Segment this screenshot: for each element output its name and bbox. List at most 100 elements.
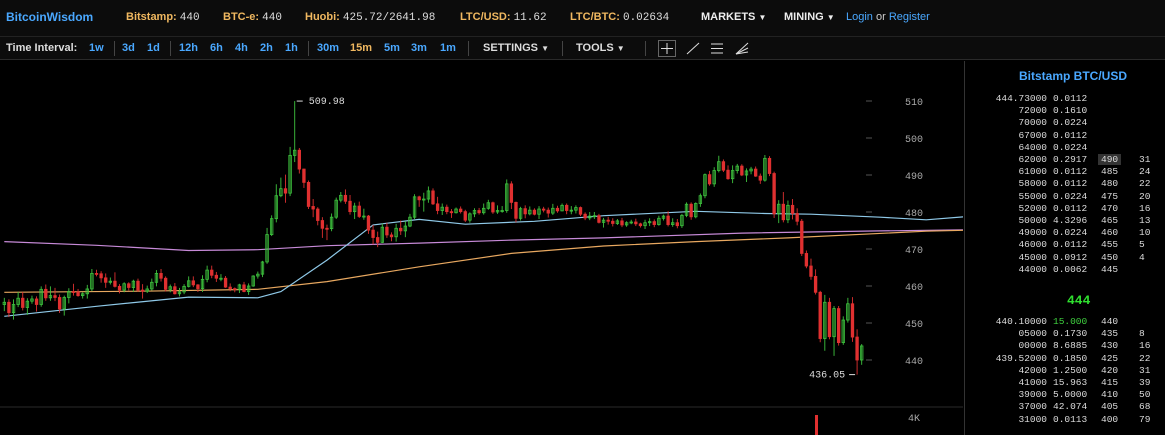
order-book-row[interactable]: 45000 0.0912 450 4 [965, 252, 1165, 263]
order-book-row[interactable]: 61000 0.0112 485 24 [965, 166, 1165, 177]
order-book-row[interactable]: 439.52000 0.1850 425 22 [965, 353, 1165, 364]
order-book-row[interactable]: 46000 0.0112 455 5 [965, 239, 1165, 250]
order-book-row[interactable]: 49000 0.0224 460 10 [965, 227, 1165, 238]
candle-body [228, 286, 232, 289]
brand-logo[interactable]: BitcoinWisdom [6, 10, 93, 24]
candlestick-chart[interactable]: 510 500 490 480 470 460 450 440 4K 509.98 436.05 [0, 61, 963, 435]
price-chart[interactable]: 510 500 490 480 470 460 450 440 4K 509.98 436.05 [0, 61, 963, 435]
order-book-rest: 16 [1139, 340, 1151, 352]
order-book-price: 44000 [1018, 263, 1047, 275]
candle-body [449, 211, 454, 214]
interval-1d[interactable]: 1d [147, 42, 160, 54]
candle-body [463, 211, 467, 221]
time-interval-label: Time Interval: [6, 42, 78, 54]
candle-body [242, 284, 246, 292]
order-book-row[interactable]: 440.10000 15.000 440 [965, 316, 1165, 327]
order-book-row[interactable]: 39000 5.0000 410 50 [965, 389, 1165, 400]
candle [159, 268, 163, 282]
order-book-row[interactable]: 31000 0.0113 400 79 [965, 414, 1165, 425]
interval-1h[interactable]: 1h [285, 42, 298, 54]
interval-2h[interactable]: 2h [260, 42, 273, 54]
ticker-ltc-usd[interactable]: LTC/USD: 11.62 [460, 11, 547, 24]
candle [302, 168, 306, 188]
candle [352, 202, 357, 220]
candle [615, 219, 620, 225]
ticker-bitstamp[interactable]: Bitstamp: 440 [126, 11, 200, 24]
candle-body [71, 291, 76, 293]
order-book-price: 72000 [1018, 105, 1047, 117]
candle [532, 208, 537, 216]
line-icon[interactable] [684, 40, 702, 57]
settings-menu[interactable]: SETTINGS ▼ [483, 42, 549, 54]
order-book-row[interactable]: 67000 0.0112 [965, 130, 1165, 141]
register-link[interactable]: Register [889, 11, 930, 23]
order-book-sum: 490 [1098, 154, 1122, 165]
candle [90, 268, 94, 292]
candle [855, 329, 859, 375]
candle [274, 184, 278, 223]
order-book-row[interactable]: 41000 15.963 415 39 [965, 377, 1165, 388]
candle-body [99, 273, 103, 279]
markets-menu[interactable]: MARKETS ▼ [701, 11, 766, 23]
candle [2, 297, 6, 312]
order-book-row[interactable]: 05000 0.1730 435 8 [965, 328, 1165, 339]
order-book-row[interactable]: 44000 0.0062 445 [965, 264, 1165, 275]
interval-3d[interactable]: 3d [122, 42, 135, 54]
order-book-rest: 20 [1139, 190, 1151, 202]
order-book-row[interactable]: 42000 1.2500 420 31 [965, 365, 1165, 376]
candle-body [800, 220, 804, 254]
chevron-down-icon: ▼ [758, 13, 767, 22]
candle [606, 216, 610, 225]
order-book-row[interactable]: 64000 0.0224 [965, 142, 1165, 153]
candle-body [233, 288, 237, 290]
candle [601, 217, 606, 228]
interval-15m[interactable]: 15m [350, 42, 372, 54]
interval-1m[interactable]: 1m [440, 42, 456, 54]
order-book-amount: 0.1610 [1053, 105, 1088, 117]
order-book-sum: 475 [1101, 190, 1119, 202]
order-book-row[interactable]: 50000 4.3296 465 13 [965, 215, 1165, 226]
ticker-huobi[interactable]: Huobi: 425.72/2641.98 [305, 11, 435, 24]
interval-6h[interactable]: 6h [210, 42, 223, 54]
mining-menu[interactable]: MINING ▼ [784, 11, 835, 23]
interval-5m[interactable]: 5m [384, 42, 400, 54]
order-book-row[interactable]: 444.73000 0.0112 [965, 93, 1165, 104]
order-book-sum: 485 [1101, 166, 1119, 178]
order-book-row[interactable]: 62000 0.2917 490 31 [965, 154, 1165, 165]
interval-3m[interactable]: 3m [411, 42, 427, 54]
candle [39, 286, 43, 307]
order-book-row[interactable]: 55000 0.0224 475 20 [965, 191, 1165, 202]
ticker-ltc-btc[interactable]: LTC/BTC: 0.02634 [570, 11, 669, 24]
candle [666, 211, 670, 227]
crosshair-icon[interactable] [658, 40, 676, 57]
tools-menu[interactable]: TOOLS ▼ [576, 42, 625, 54]
login-link[interactable]: Login [846, 11, 873, 23]
candle [661, 214, 666, 221]
interval-12h[interactable]: 12h [179, 42, 198, 54]
hlines-icon[interactable] [708, 40, 726, 57]
high-price-label: 509.98 [309, 97, 345, 108]
candle [767, 156, 772, 177]
volume-bar [815, 415, 818, 435]
order-book-row[interactable]: 70000 0.0224 [965, 117, 1165, 128]
axis-tick-label: 470 [905, 246, 923, 257]
order-book-row[interactable]: 58000 0.0112 480 22 [965, 178, 1165, 189]
interval-1w[interactable]: 1w [89, 42, 104, 54]
interval-4h[interactable]: 4h [235, 42, 248, 54]
candle [311, 199, 315, 218]
order-book-row[interactable]: 72000 0.1610 [965, 105, 1165, 116]
candle [675, 219, 679, 229]
interval-30m[interactable]: 30m [317, 42, 339, 54]
candle [7, 299, 11, 318]
order-book-row[interactable]: 52000 0.0112 470 16 [965, 203, 1165, 214]
candle-body [804, 253, 809, 267]
ticker-btce[interactable]: BTC-e: 440 [223, 11, 282, 24]
candle [551, 203, 555, 215]
candle-body [306, 182, 311, 207]
candle-body [491, 202, 495, 213]
order-book-sum: 420 [1101, 364, 1119, 376]
fib-fan-icon[interactable] [733, 40, 751, 57]
divider [308, 41, 309, 56]
order-book-row[interactable]: 37000 42.074 405 68 [965, 401, 1165, 412]
order-book-row[interactable]: 00000 8.6885 430 16 [965, 340, 1165, 351]
